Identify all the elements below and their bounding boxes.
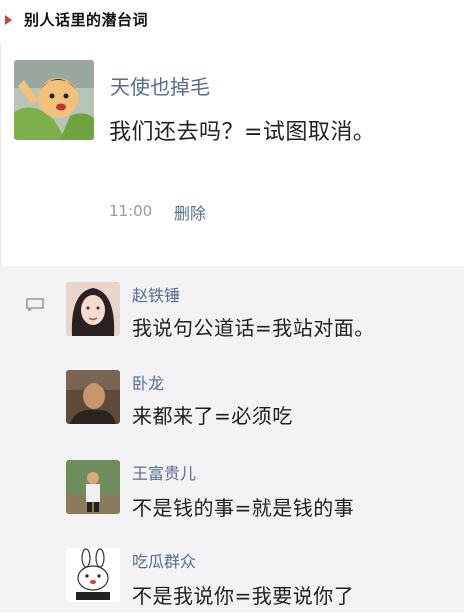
commenter-name[interactable]: 卧龙 (132, 370, 164, 394)
commenter-avatar[interactable] (66, 370, 120, 424)
triangle-marker-icon (5, 15, 12, 25)
moment-post: 天使也掉毛 我们还去吗？=试图取消。 11:00 删除 (0, 44, 464, 266)
article-title: 别人话里的潜台词 (24, 11, 149, 29)
commenter-avatar[interactable] (66, 460, 120, 514)
comment-item: 吃瓜群众 不是我说你=我要说你了 (0, 534, 464, 616)
author-avatar[interactable] (14, 60, 94, 140)
comment-item: 王富贵儿 不是钱的事=就是钱的事 (0, 446, 464, 528)
comment-text: 来都来了=必须吃 (132, 404, 293, 428)
commenter-avatar[interactable] (66, 548, 120, 602)
comment-text: 不是我说你=我要说你了 (132, 584, 355, 608)
comment-item: 赵铁锤 我说句公道话=我站对面。 (0, 268, 464, 350)
commenter-name[interactable]: 赵铁锤 (132, 282, 180, 306)
post-text: 我们还去吗？=试图取消。 (109, 120, 376, 145)
commenter-name[interactable]: 吃瓜群众 (132, 548, 196, 572)
comment-text: 我说句公道话=我站对面。 (132, 316, 375, 340)
post-author-name[interactable]: 天使也掉毛 (110, 71, 210, 100)
article-header: 别人话里的潜台词 (0, 0, 464, 40)
delete-button[interactable]: 删除 (174, 200, 206, 224)
commenter-avatar[interactable] (66, 282, 120, 336)
comment-text: 不是钱的事=就是钱的事 (132, 496, 355, 520)
comment-item: 卧龙 来都来了=必须吃 (0, 354, 464, 436)
commenter-name[interactable]: 王富贵儿 (132, 460, 196, 484)
comments-section: 赵铁锤 我说句公道话=我站对面。 卧龙 来都来了=必须吃 王富贵儿 不是钱的事=… (0, 266, 464, 613)
post-timestamp: 11:00 (109, 202, 153, 220)
